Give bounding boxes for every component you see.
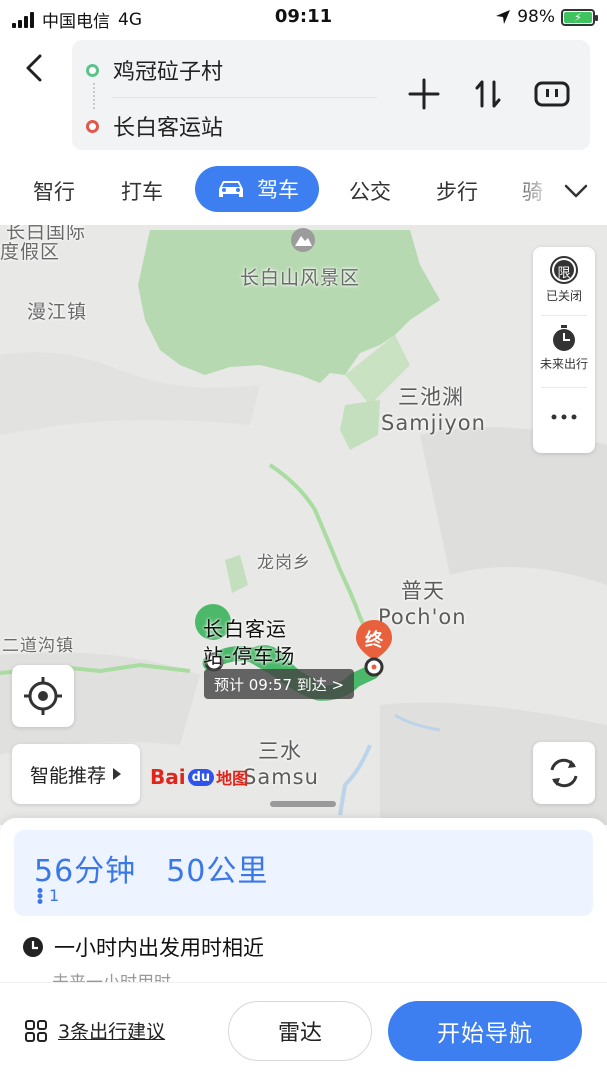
locate-me-button[interactable] xyxy=(12,665,74,727)
map-label-samsu-cn: 三水 xyxy=(258,739,302,763)
divider xyxy=(112,97,377,98)
logo-text-bai: Bai xyxy=(150,765,186,789)
tabs-fade xyxy=(512,162,552,218)
back-button[interactable] xyxy=(20,50,50,90)
route-connector xyxy=(93,83,95,109)
refresh-route-button[interactable] xyxy=(533,742,595,804)
divider xyxy=(541,387,587,388)
chevron-left-icon xyxy=(26,54,42,82)
plus-icon xyxy=(408,78,440,110)
sheet-drag-handle[interactable] xyxy=(270,801,336,807)
car-plate-icon xyxy=(534,81,570,107)
radar-button[interactable]: 雷达 xyxy=(228,1001,372,1061)
origin-dot-icon xyxy=(86,63,99,77)
battery-percent: 98% xyxy=(517,7,555,27)
swap-icon xyxy=(475,80,501,108)
map-label-destination-line1: 长白客运 xyxy=(203,617,287,641)
origin-text: 鸡冠砬子村 xyxy=(113,60,224,85)
stopwatch-icon xyxy=(553,325,575,351)
refresh-icon xyxy=(550,758,578,788)
destination-field[interactable]: 长白客运站 xyxy=(86,110,223,142)
car-icon xyxy=(219,181,243,197)
vehicle-settings-button[interactable] xyxy=(532,74,572,114)
map-label-resort: 度假区 xyxy=(0,241,61,263)
app-screen: 中国电信 4G 09:11 98% ⚡ 鸡冠砬子村 长白客运站 智行 打车 驾车… xyxy=(0,0,607,1080)
smart-recommend-button[interactable]: 智能推荐 xyxy=(12,744,140,804)
bottom-action-bar: 3条出行建议 雷达 开始导航 xyxy=(0,982,607,1080)
start-navigation-button[interactable]: 开始导航 xyxy=(388,1001,582,1061)
map-label-destination-line2: 站-停车场 xyxy=(203,644,296,668)
travel-suggestions-label: 3条出行建议 xyxy=(58,1021,166,1043)
route-input-panel: 鸡冠砬子村 长白客运站 xyxy=(72,40,590,150)
destination-dot-icon xyxy=(86,119,99,133)
map-label-longgang: 龙岗乡 xyxy=(257,553,311,573)
tab-bus[interactable]: 公交 xyxy=(349,176,391,206)
end-marker-text: 终 xyxy=(365,630,383,651)
map-label-pochon-cn: 普天 xyxy=(401,579,445,603)
tab-drive[interactable]: 驾车 xyxy=(195,166,319,212)
future-label: 未来出行 xyxy=(539,357,588,371)
chevron-down-icon xyxy=(564,184,588,198)
travel-mode-tabs: 智行 打车 驾车 公交 步行 骑 xyxy=(0,162,607,218)
radar-label: 雷达 xyxy=(277,1021,322,1046)
more-dots-icon xyxy=(551,414,577,420)
limit-label: 已关闭 xyxy=(545,289,582,303)
more-options-button[interactable] xyxy=(533,407,595,427)
location-arrow-icon xyxy=(496,10,511,24)
battery-icon: ⚡ xyxy=(561,8,598,26)
map-label-manjiang: 漫江镇 xyxy=(27,301,88,323)
map-label-erdao: 二道沟镇 xyxy=(2,636,74,656)
end-marker[interactable]: 终 xyxy=(354,618,394,678)
tab-drive-label: 驾车 xyxy=(257,178,299,202)
traffic-light-count: 1 xyxy=(49,886,60,905)
destination-text: 长白客运站 xyxy=(113,116,224,141)
logo-text-du: du xyxy=(187,768,215,786)
divider xyxy=(541,315,587,316)
logo-text-ditu: 地图 xyxy=(216,769,249,788)
route-summary-card[interactable]: 56分钟 50公里 1 xyxy=(14,830,593,916)
grid-icon xyxy=(25,1019,47,1042)
tab-walk[interactable]: 步行 xyxy=(436,176,478,206)
map-terrain xyxy=(0,225,607,825)
traffic-light-icon xyxy=(37,887,43,904)
swap-route-button[interactable] xyxy=(468,74,508,114)
caret-right-icon xyxy=(113,768,121,780)
limit-icon-text: 限 xyxy=(557,266,571,281)
map-label-changbaishan: 长白山风景区 xyxy=(240,267,361,289)
more-tabs-button[interactable] xyxy=(561,176,591,206)
baidu-map-logo: Bai du 地图 xyxy=(150,765,248,789)
departure-tip[interactable]: 一小时内出发用时相近 xyxy=(22,932,264,962)
map-side-panel: 限 已关闭 未来出行 xyxy=(533,247,595,453)
map-view[interactable]: 长白国际 度假区 长白山风景区 漫江镇 三池渊 Samjiyon 龙岗乡 普天 … xyxy=(0,225,607,825)
traffic-limit-button[interactable]: 限 已关闭 xyxy=(533,255,595,304)
map-label-samjiyon-en: Samjiyon xyxy=(381,411,486,435)
start-navigation-label: 开始导航 xyxy=(437,1021,533,1047)
travel-suggestions-link[interactable]: 3条出行建议 xyxy=(24,1017,165,1044)
map-label-samjiyon-cn: 三池渊 xyxy=(398,385,464,409)
eta-text: 预计 09:57 到达 > xyxy=(214,675,345,694)
departure-tip-title: 一小时内出发用时相近 xyxy=(54,936,264,960)
route-distance: 50公里 xyxy=(166,854,269,889)
status-bar: 中国电信 4G 09:11 98% ⚡ xyxy=(0,0,607,36)
crosshair-icon xyxy=(24,677,62,715)
add-waypoint-button[interactable] xyxy=(404,74,444,114)
future-trip-button[interactable]: 未来出行 xyxy=(533,323,595,372)
tab-smart[interactable]: 智行 xyxy=(33,176,75,206)
route-duration: 56分钟 xyxy=(34,854,137,889)
map-label-samsu-en: Samsu xyxy=(243,765,319,789)
smart-recommend-label: 智能推荐 xyxy=(29,764,106,787)
tab-taxi[interactable]: 打车 xyxy=(121,176,163,206)
origin-field[interactable]: 鸡冠砬子村 xyxy=(86,54,223,86)
eta-label[interactable]: 预计 09:57 到达 > xyxy=(204,669,355,699)
clock-icon xyxy=(23,937,43,957)
